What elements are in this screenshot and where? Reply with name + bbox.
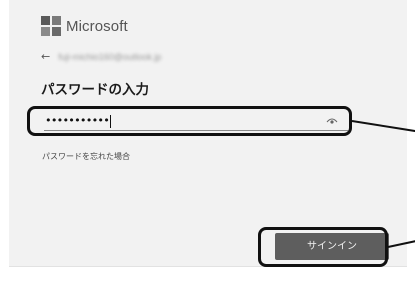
sign-in-highlight-box <box>258 227 388 267</box>
microsoft-logo: Microsoft <box>41 16 128 36</box>
page-title: パスワードの入力 <box>41 82 149 98</box>
account-email: fuji-michio160@outlook.jp <box>58 51 162 62</box>
password-highlight-box <box>27 106 352 136</box>
brand-name: Microsoft <box>66 17 128 35</box>
account-row: ← fuji-michio160@outlook.jp <box>41 51 161 62</box>
forgot-password-link[interactable]: パスワードを忘れた場合 <box>42 151 130 162</box>
back-arrow-icon[interactable]: ← <box>41 51 50 62</box>
microsoft-logo-icon <box>41 16 61 36</box>
